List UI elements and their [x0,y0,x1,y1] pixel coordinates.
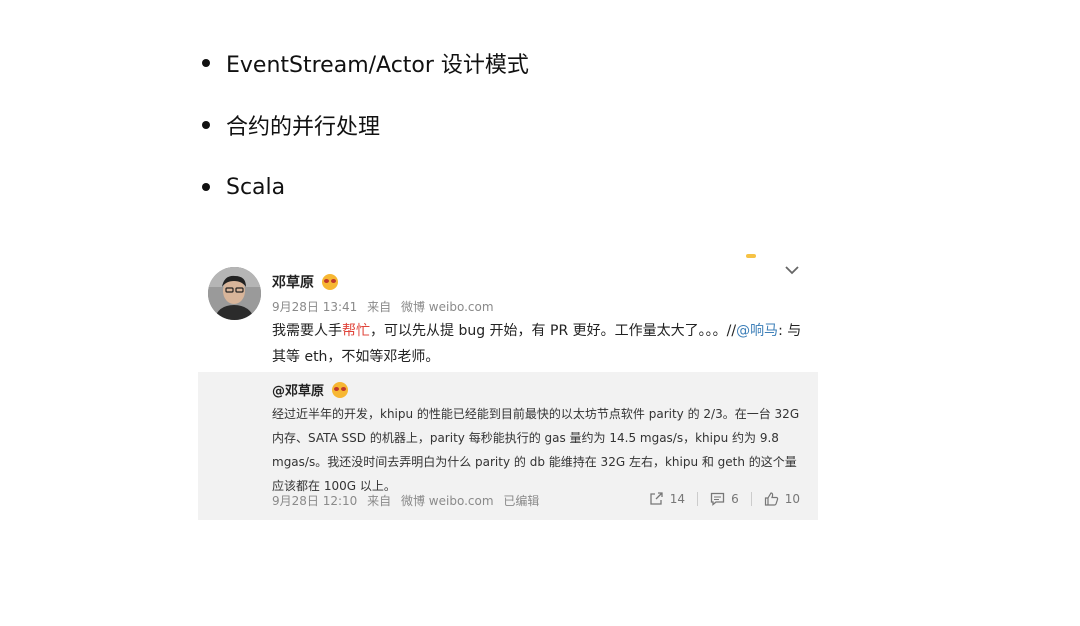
repost-source-prefix: 来自 [367,494,392,508]
post-date[interactable]: 9月28日 13:41 [272,300,357,314]
post-author-row: 邓草原 [272,272,338,292]
decoration-icon [746,254,756,258]
slide: EventStream/Actor 设计模式 合约的并行处理 Scala 邓草原… [0,0,1080,626]
like-icon [764,492,778,506]
divider [697,492,699,506]
bullet-item: 合约的并行处理 [200,106,529,144]
bullet-text: Scala [226,174,286,200]
bullet-list: EventStream/Actor 设计模式 合约的并行处理 Scala [200,44,529,230]
emoji-icon [332,381,349,398]
repost-text: 经过近半年的开发，khipu 的性能已经能到目前最快的以太坊节点软件 parit… [272,407,800,493]
post-text-part: 我需要人手 [272,323,342,339]
comment-icon [710,492,725,506]
bullet-item: EventStream/Actor 设计模式 [200,44,529,82]
avatar-photo-icon [208,267,261,320]
like-button[interactable]: 10 [764,492,800,506]
weibo-post-card: 邓草原 9月28日 13:41 来自 微博 weibo.com 我需要人手帮忙，… [198,250,818,520]
post-source-prefix: 来自 [367,300,392,314]
post-text-highlight: 帮忙 [342,323,370,339]
divider [750,492,752,506]
like-count: 10 [784,492,800,506]
post-text-part: ，可以先从提 bug 开始，有 PR 更好。工作量太大了。。。// [370,323,737,339]
comment-button[interactable]: 6 [710,492,739,506]
repost-source[interactable]: 微博 weibo.com [401,494,494,508]
bullet-text: EventStream/Actor 设计模式 [226,53,529,78]
post-source[interactable]: 微博 weibo.com [401,300,494,314]
post-author[interactable]: 邓草原 [272,272,314,292]
bullet-item: Scala [200,168,529,206]
avatar[interactable] [208,267,261,320]
repost-meta: 9月28日 12:10 来自 微博 weibo.com 已编辑 [272,492,545,509]
share-icon [650,492,663,505]
post-meta: 9月28日 13:41 来自 微博 weibo.com [272,298,500,315]
bullet-dot-icon [202,121,210,129]
share-button[interactable]: 14 [649,492,685,506]
repost-date[interactable]: 9月28日 12:10 [272,494,357,508]
repost-author[interactable]: @邓草原 [272,380,324,399]
repost-author-row: @邓草原 [272,380,349,399]
repost-box: @邓草原 经过近半年的开发，khipu 的性能已经能到目前最快的以太坊节点软件 … [198,372,818,520]
comment-count: 6 [731,492,739,506]
bullet-text: 合约的并行处理 [226,115,381,140]
emoji-icon [322,274,338,290]
repost-actions: 14 6 10 [649,492,800,506]
share-count: 14 [669,492,686,506]
mention-link[interactable]: @响马 [736,323,778,339]
repost-edited: 已编辑 [503,494,540,508]
chevron-down-icon[interactable] [782,262,802,278]
bullet-dot-icon [202,183,210,191]
bullet-dot-icon [202,59,210,67]
post-text: 我需要人手帮忙，可以先从提 bug 开始，有 PR 更好。工作量太大了。。。//… [272,318,802,370]
